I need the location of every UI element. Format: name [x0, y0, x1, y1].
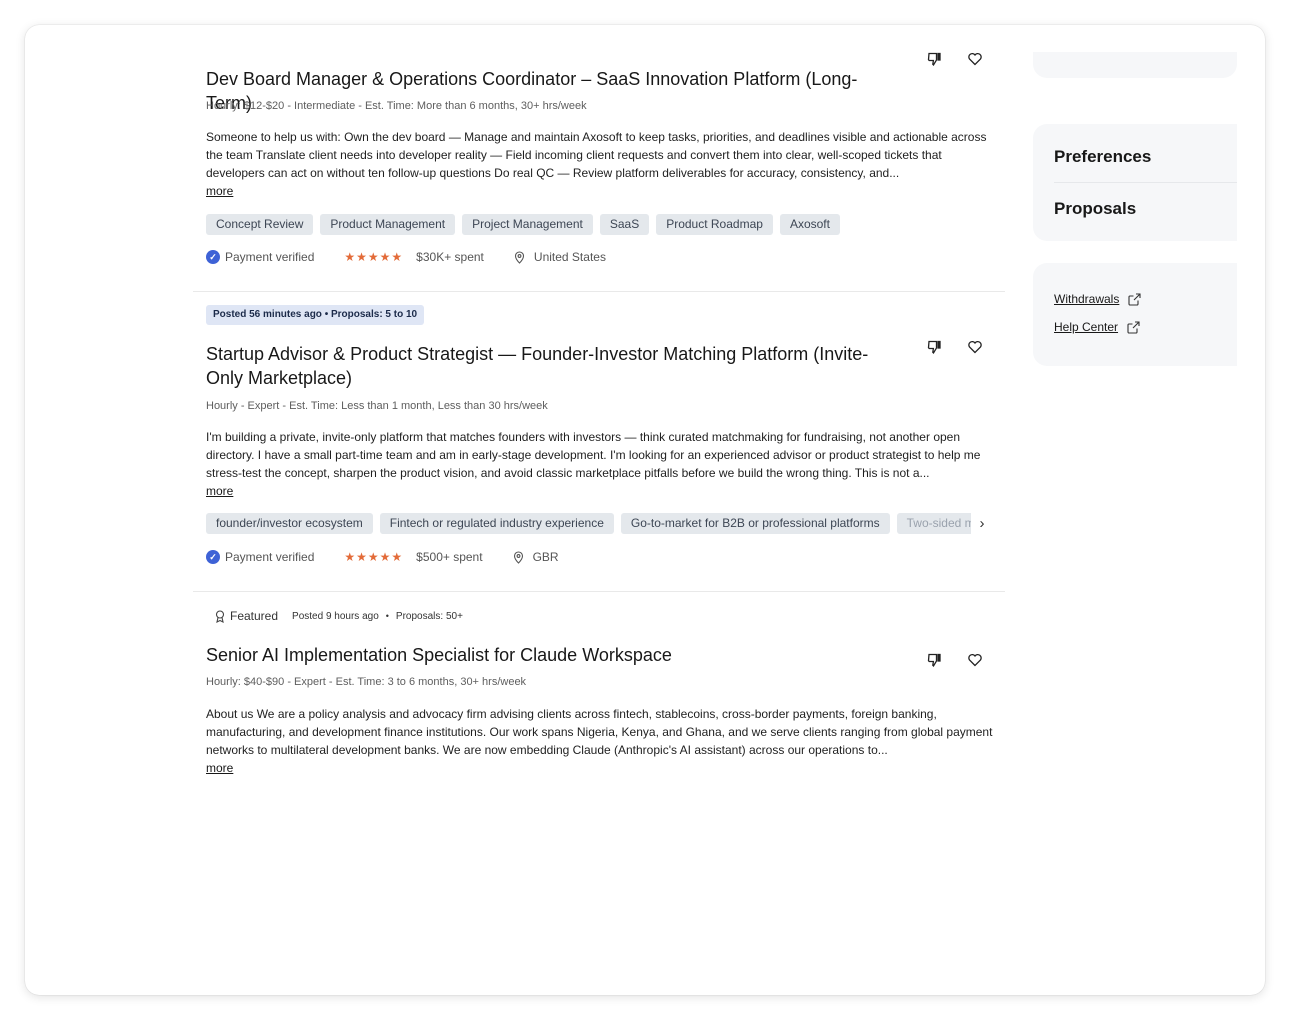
- skill-tag[interactable]: Project Management: [462, 214, 593, 235]
- skill-tag[interactable]: SaaS: [599, 214, 650, 235]
- help-center-link[interactable]: Help Center: [1054, 320, 1140, 334]
- job-card[interactable]: Dev Board Manager & Operations Coordinat…: [193, 25, 1005, 292]
- rating-stars: ★★★★★: [344, 550, 404, 564]
- job-card[interactable]: Featured Posted 9 hours ago • Proposals:…: [193, 592, 1005, 805]
- check-badge-icon: ✓: [206, 550, 220, 564]
- sidebar-item-preferences[interactable]: Preferences: [1054, 147, 1151, 167]
- client-spent: $30K+ spent: [416, 250, 484, 264]
- more-link[interactable]: more: [206, 759, 233, 777]
- skill-tag[interactable]: founder/investor ecosystem: [206, 513, 373, 534]
- divider: [1054, 182, 1237, 183]
- skill-tag[interactable]: Product Management: [320, 214, 456, 235]
- help-center-label: Help Center: [1054, 320, 1119, 334]
- client-location: GBR: [532, 550, 559, 564]
- withdrawals-link[interactable]: Withdrawals: [1054, 292, 1141, 306]
- job-description: Someone to help us with: Own the dev boa…: [206, 128, 996, 200]
- heart-icon[interactable]: [964, 48, 986, 70]
- job-meta: Hourly - Expert - Est. Time: Less than 1…: [206, 400, 548, 412]
- app-window: Dev Board Manager & Operations Coordinat…: [25, 25, 1265, 995]
- job-card[interactable]: Posted 56 minutes ago • Proposals: 5 to …: [193, 292, 1005, 592]
- job-status-line: Featured Posted 9 hours ago • Proposals:…: [215, 609, 463, 623]
- location-pin-icon: [513, 550, 525, 564]
- skill-tag[interactable]: Axosoft: [779, 214, 840, 235]
- thumbs-down-icon[interactable]: [923, 48, 945, 70]
- withdrawals-label: Withdrawals: [1054, 292, 1120, 306]
- external-link-icon: [1127, 320, 1140, 334]
- skill-tag[interactable]: Fintech or regulated industry experience: [379, 513, 614, 534]
- check-badge-icon: ✓: [206, 250, 220, 264]
- skills-list: founder/investor ecosystem Fintech or re…: [206, 513, 971, 534]
- separator-dot: •: [385, 611, 389, 621]
- rating-stars: ★★★★★: [344, 250, 404, 264]
- job-title[interactable]: Senior AI Implementation Specialist for …: [206, 643, 896, 667]
- heart-icon[interactable]: [964, 649, 986, 671]
- client-info: ✓ Payment verified ★★★★★ $30K+ spent Uni…: [206, 250, 606, 264]
- payment-status: Payment verified: [225, 550, 315, 564]
- heart-icon[interactable]: [964, 336, 986, 358]
- sidebar-card: [1033, 52, 1237, 78]
- description-text: I'm building a private, invite-only plat…: [206, 430, 981, 480]
- featured-label: Featured: [230, 609, 279, 623]
- payment-status: Payment verified: [225, 250, 315, 264]
- award-icon: [215, 609, 225, 623]
- sidebar-links-card: Withdrawals Help Center: [1033, 263, 1237, 366]
- chevron-right-icon[interactable]: ›: [970, 511, 994, 535]
- posted-time: Posted 9 hours ago: [292, 610, 379, 622]
- sidebar-nav-card: Preferences Proposals: [1033, 124, 1237, 241]
- location-pin-icon: [514, 250, 526, 264]
- job-description: I'm building a private, invite-only plat…: [206, 428, 996, 500]
- description-text: About us We are a policy analysis and ad…: [206, 707, 993, 757]
- job-description: About us We are a policy analysis and ad…: [206, 705, 996, 777]
- more-link[interactable]: more: [206, 482, 233, 500]
- posted-badge: Posted 56 minutes ago • Proposals: 5 to …: [206, 305, 425, 325]
- job-meta: Hourly: $12-$20 - Intermediate - Est. Ti…: [206, 100, 587, 112]
- skill-tag[interactable]: Product Roadmap: [656, 214, 773, 235]
- job-title[interactable]: Startup Advisor & Product Strategist — F…: [206, 342, 896, 390]
- sidebar-item-proposals[interactable]: Proposals: [1054, 199, 1136, 219]
- proposals-count: Proposals: 50+: [395, 610, 463, 622]
- skills-list: Concept Review Product Management Projec…: [206, 214, 996, 235]
- skill-tag[interactable]: Two-sided marketplace: [896, 513, 971, 534]
- more-link[interactable]: more: [206, 182, 233, 200]
- skill-tag[interactable]: Go-to-market for B2B or professional pla…: [620, 513, 890, 534]
- thumbs-down-icon[interactable]: [923, 649, 945, 671]
- skill-tag[interactable]: Concept Review: [206, 214, 314, 235]
- external-link-icon: [1128, 292, 1141, 306]
- client-info: ✓ Payment verified ★★★★★ $500+ spent GBR: [206, 550, 559, 564]
- thumbs-down-icon[interactable]: [923, 336, 945, 358]
- job-meta: Hourly: $40-$90 - Expert - Est. Time: 3 …: [206, 676, 527, 688]
- description-text: Someone to help us with: Own the dev boa…: [206, 130, 987, 180]
- client-location: United States: [533, 250, 606, 264]
- client-spent: $500+ spent: [416, 550, 483, 564]
- job-feed: Dev Board Manager & Operations Coordinat…: [193, 25, 1005, 805]
